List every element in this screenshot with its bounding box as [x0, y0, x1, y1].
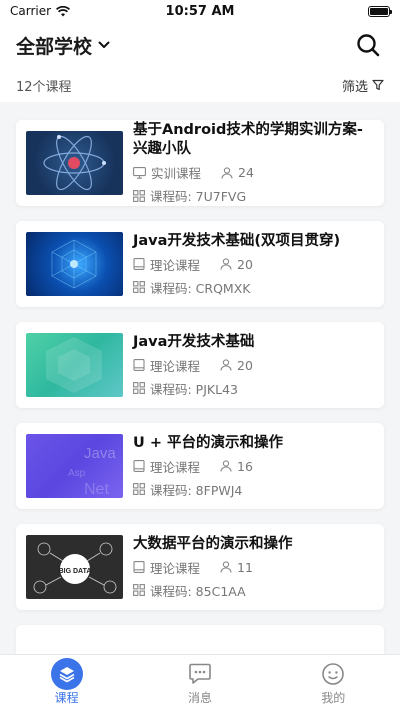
course-info: 大数据平台的演示和操作 理论课程 11 课程码: 85C1AA: [133, 535, 374, 600]
person-icon: [221, 166, 233, 179]
book-icon: [133, 561, 145, 573]
tab-me[interactable]: 我的: [293, 659, 373, 706]
network-image: [51, 239, 97, 289]
profile-icon: [322, 663, 345, 685]
tab-courses[interactable]: 课程: [27, 658, 107, 706]
course-type: 理论课程: [150, 358, 201, 374]
book-icon: [133, 460, 145, 472]
tab-messages[interactable]: 消息: [160, 659, 240, 706]
hexagon-image: [46, 337, 102, 393]
carrier-label: Carrier: [10, 4, 52, 18]
course-thumbnail: Java Asp Net: [26, 434, 123, 498]
person-icon: [220, 460, 232, 472]
search-button[interactable]: [354, 31, 382, 59]
course-code: 课程码: 7U7FVG: [150, 189, 247, 204]
status-bar: Carrier 10:57 AM: [0, 0, 400, 22]
search-icon: [357, 34, 380, 57]
course-code-row: 课程码: 7U7FVG: [133, 186, 374, 205]
book-icon: [133, 258, 145, 270]
grid-icon: [133, 281, 145, 293]
course-code: 课程码: CRQMXK: [150, 280, 251, 296]
course-meta: 理论课程 11: [133, 558, 374, 577]
course-code: 课程码: 8FPWJ4: [150, 482, 243, 498]
thumb-word: Java: [84, 445, 116, 462]
course-meta: 理论课程 20: [133, 255, 374, 274]
battery-icon: [368, 5, 392, 17]
course-title: Java开发技术基础(双项目贯穿): [133, 232, 341, 249]
course-list: 基于Android技术的学期实训方案-兴趣小队 实训课程 24 课程码: 7U7…: [0, 102, 400, 698]
tab-label: 课程: [54, 691, 79, 705]
thumb-word: Asp: [68, 468, 86, 479]
course-code-row: 课程码: 85C1AA: [133, 581, 374, 600]
school-selector[interactable]: 全部学校: [16, 32, 110, 59]
layers-icon: [50, 658, 83, 690]
member-count: 11: [237, 559, 253, 575]
status-time: 10:57 AM: [165, 3, 235, 19]
wifi-icon: [56, 5, 71, 16]
member-count: 16: [237, 458, 253, 474]
course-info: 基于Android技术的学期实训方案-兴趣小队 实训课程 24 课程码: 7U7…: [133, 121, 374, 205]
course-title: 基于Android技术的学期实训方案-兴趣小队: [133, 122, 363, 157]
course-info: Java开发技术基础 理论课程 20 课程码: PJKL43: [133, 333, 374, 398]
monitor-icon: [133, 166, 146, 179]
course-thumbnail: [26, 333, 123, 397]
course-code: 课程码: 85C1AA: [150, 583, 246, 599]
person-icon: [220, 359, 232, 371]
grid-icon: [133, 584, 145, 596]
course-card[interactable]: BIG DATA 大数据平台的演示和操作 理论课程 11 课程码: 85C1AA: [16, 524, 384, 610]
course-meta: 实训课程 24: [133, 163, 374, 182]
chevron-down-icon: [98, 41, 110, 48]
course-type: 理论课程: [150, 560, 201, 576]
course-thumbnail: [26, 131, 123, 195]
course-code-row: 课程码: CRQMXK: [133, 278, 374, 297]
tab-bar: 课程 消息 我的: [0, 654, 400, 710]
course-card[interactable]: Java开发技术基础 理论课程 20 课程码: PJKL43: [16, 322, 384, 408]
grid-icon: [133, 382, 145, 394]
course-type: 理论课程: [150, 459, 201, 475]
big-data-image: BIG DATA: [33, 542, 117, 594]
filter-label: 筛选: [341, 79, 368, 95]
grid-icon: [133, 483, 145, 495]
status-left: Carrier: [10, 4, 71, 18]
tech-words-image: Java Asp Net: [68, 445, 116, 498]
course-type: 实训课程: [151, 166, 202, 181]
grid-icon: [133, 189, 145, 202]
course-info: U + 平台的演示和操作 理论课程 16 课程码: 8FPWJ4: [133, 434, 374, 499]
course-card[interactable]: 基于Android技术的学期实训方案-兴趣小队 实训课程 24 课程码: 7U7…: [16, 120, 384, 206]
course-title: Java开发技术基础: [133, 333, 255, 350]
person-icon: [220, 258, 232, 270]
filter-icon: [372, 79, 384, 91]
course-title: U + 平台的演示和操作: [133, 434, 284, 451]
course-type: 理论课程: [150, 257, 201, 273]
course-meta: 理论课程 20: [133, 356, 374, 375]
subbar: 12个课程 筛选: [0, 68, 400, 102]
course-card[interactable]: Java Asp Net U + 平台的演示和操作 理论课程 16 课程码: 8…: [16, 423, 384, 509]
course-meta: 理论课程 16: [133, 457, 374, 476]
course-thumbnail: [26, 232, 123, 296]
member-count: 20: [237, 256, 253, 272]
header: 全部学校: [0, 22, 400, 68]
filter-button[interactable]: 筛选: [342, 76, 384, 95]
course-thumbnail: BIG DATA: [26, 535, 123, 599]
tab-label: 消息: [187, 691, 212, 705]
book-icon: [133, 359, 145, 371]
course-card[interactable]: Java开发技术基础(双项目贯穿) 理论课程 20 课程码: CRQMXK: [16, 221, 384, 307]
member-count: 20: [237, 357, 253, 373]
thumb-word: Net: [84, 481, 109, 498]
course-code-row: 课程码: 8FPWJ4: [133, 480, 374, 499]
course-code: 课程码: PJKL43: [150, 381, 238, 397]
course-count: 12个课程: [16, 79, 72, 95]
tab-label: 我的: [321, 691, 346, 705]
school-selector-label: 全部学校: [16, 35, 93, 58]
member-count: 24: [238, 165, 254, 180]
course-title: 大数据平台的演示和操作: [133, 535, 293, 552]
atom-image: [43, 135, 106, 191]
chat-icon: [189, 663, 211, 684]
thumb-word: BIG DATA: [59, 568, 92, 575]
course-code-row: 课程码: PJKL43: [133, 379, 374, 398]
course-info: Java开发技术基础(双项目贯穿) 理论课程 20 课程码: CRQMXK: [133, 232, 374, 297]
person-icon: [220, 561, 232, 573]
